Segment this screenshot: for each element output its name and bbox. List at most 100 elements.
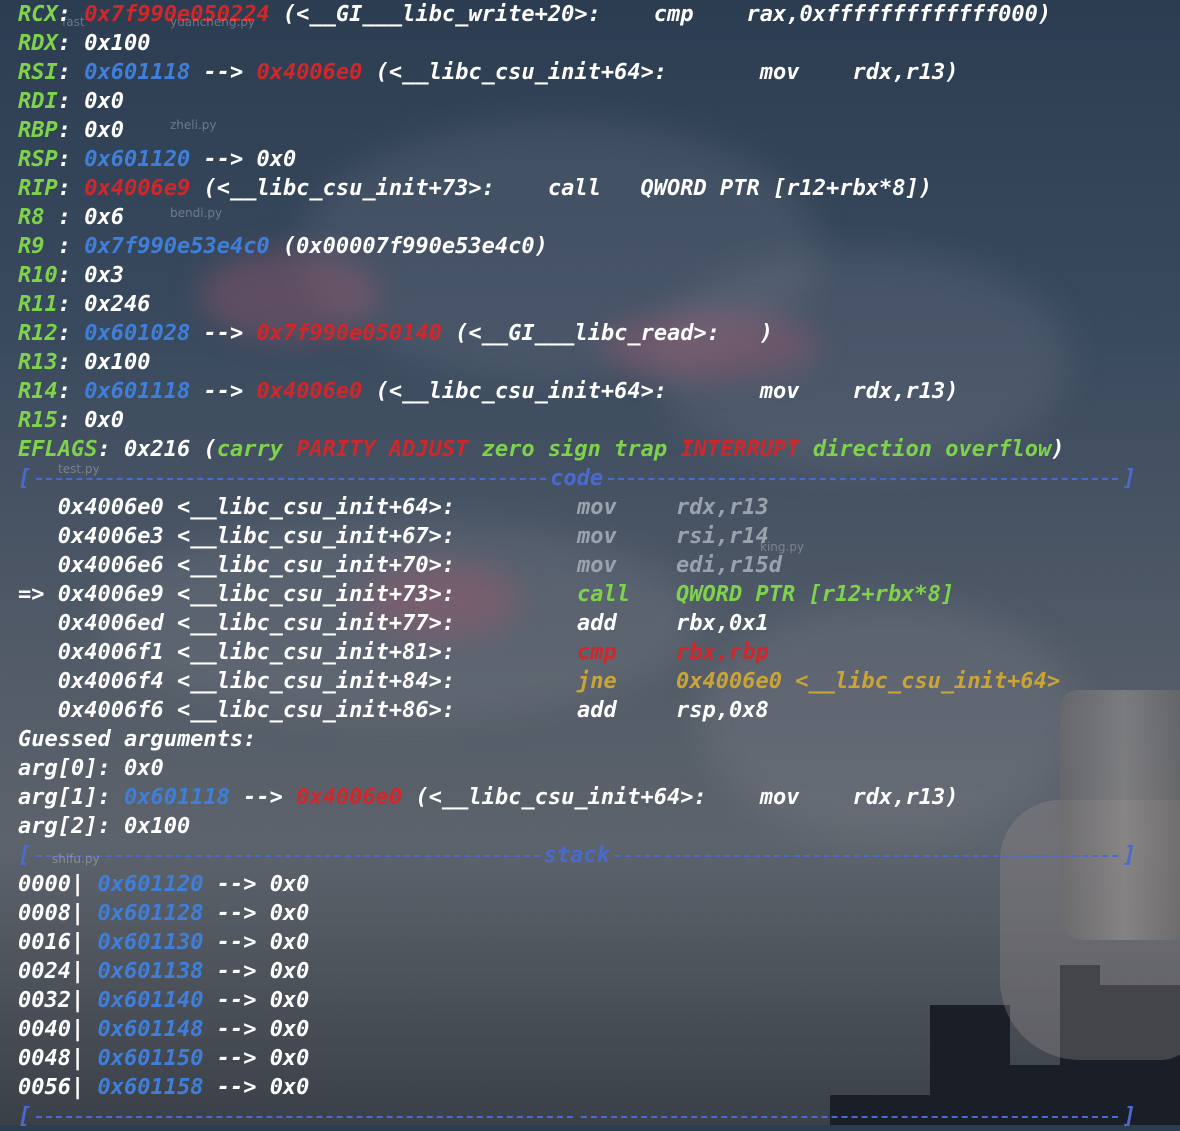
register-name: R12 bbox=[18, 321, 58, 346]
text-segment: : bbox=[57, 292, 85, 317]
register-line: R10: 0x3 bbox=[18, 261, 124, 290]
stack-entry: 0024| 0x601138 --> 0x0 bbox=[18, 957, 309, 986]
text-segment bbox=[535, 437, 548, 462]
desktop-icon-label: fast bbox=[62, 15, 85, 29]
instruction-marker bbox=[18, 524, 58, 549]
text-segment: : bbox=[57, 263, 85, 288]
pointer-target: 0x4006e0 bbox=[256, 379, 363, 404]
instruction-operands: 0x4006e0 <__libc_csu_init+64> bbox=[676, 669, 1061, 694]
instruction-address: 0x4006ed bbox=[57, 611, 177, 636]
instruction-operands: edi,r15d bbox=[676, 553, 782, 578]
text-segment: : bbox=[57, 205, 85, 230]
register-pointer: 0x601118 bbox=[84, 379, 191, 404]
text-segment: --> bbox=[203, 1017, 270, 1042]
argument-line: arg[2]: 0x100 bbox=[18, 812, 190, 841]
symbol-info: (<__libc_csu_init+73>: call QWORD PTR [r… bbox=[190, 176, 932, 201]
instruction-mnemonic: add bbox=[577, 611, 617, 636]
guessed-arguments-title: Guessed arguments: bbox=[18, 725, 256, 754]
guessed-title: Guessed arguments: bbox=[18, 727, 257, 752]
stack-entry: 0056| 0x601158 --> 0x0 bbox=[18, 1073, 309, 1102]
register-name: R11 bbox=[18, 292, 58, 317]
instruction-operands: rdx,r13 bbox=[676, 495, 769, 520]
stack-address: 0x601130 bbox=[97, 930, 204, 955]
stack-value: 0x0 bbox=[269, 1017, 310, 1042]
argument-line: arg[0]: 0x0 bbox=[18, 754, 164, 783]
register-line: RDX: 0x100 bbox=[18, 29, 150, 58]
text-segment: : bbox=[57, 176, 85, 201]
stack-address: 0x601150 bbox=[97, 1046, 204, 1071]
stack-address: 0x601120 bbox=[97, 872, 204, 897]
stack-offset: 0016| bbox=[18, 930, 98, 955]
register-name: R8 bbox=[18, 205, 58, 230]
symbol-info: (<__GI___libc_read>: ) bbox=[441, 321, 774, 346]
pointer-target: 0x4006e0 bbox=[256, 60, 363, 85]
stack-offset: 0024| bbox=[18, 959, 98, 984]
stack-offset: 0032| bbox=[18, 988, 98, 1013]
text-segment: --> bbox=[203, 1046, 270, 1071]
stack-offset: 0040| bbox=[18, 1017, 98, 1042]
text-segment: ) bbox=[1051, 437, 1065, 462]
instruction-marker bbox=[18, 495, 58, 520]
text-segment: --> bbox=[203, 959, 270, 984]
register-value: 0x0 bbox=[84, 118, 124, 143]
register-name: RIP bbox=[18, 176, 58, 201]
flag-set: ADJUST bbox=[388, 437, 469, 462]
argument-label: arg[2]: bbox=[18, 814, 124, 839]
instruction-address: 0x4006e0 bbox=[57, 495, 177, 520]
register-pointer: 0x601120 bbox=[84, 147, 191, 172]
text-segment: --> bbox=[190, 60, 257, 85]
instruction-symbol: <__libc_csu_init+64>: bbox=[176, 495, 456, 520]
symbol-info: (<__GI___libc_write+20>: cmp rax,0xfffff… bbox=[269, 2, 1052, 27]
instruction-symbol: <__libc_csu_init+70>: bbox=[176, 553, 456, 578]
argument-value: 0x100 bbox=[123, 814, 191, 839]
argument-label: arg[1]: bbox=[18, 785, 124, 810]
instruction-marker bbox=[18, 669, 58, 694]
eflags-name: EFLAGS bbox=[18, 437, 98, 462]
text-segment bbox=[932, 437, 945, 462]
text-segment: : bbox=[57, 234, 85, 259]
flag-clear: zero bbox=[481, 437, 535, 462]
gdb-peda-terminal[interactable]: RCX: 0x7f990e050224 (<__GI___libc_write+… bbox=[0, 0, 1180, 1129]
stack-address: 0x601158 bbox=[97, 1075, 204, 1100]
instruction-operands: rbx,rbp bbox=[676, 640, 769, 665]
text-segment: : bbox=[57, 31, 85, 56]
instruction-operands: QWORD PTR [r12+rbx*8] bbox=[676, 582, 955, 607]
instruction-line: 0x4006ed <__libc_csu_init+77>: add rbx,0x1 bbox=[18, 609, 769, 638]
register-pointer: 0x7f990e53e4c0 bbox=[84, 234, 270, 259]
separator-bracket-left: [ bbox=[18, 466, 32, 491]
instruction-line: 0x4006e6 <__libc_csu_init+70>: mov edi,r15… bbox=[18, 551, 782, 580]
bottom-separator: [] bbox=[18, 1102, 1136, 1131]
text-segment: --> bbox=[190, 147, 257, 172]
argument-value: 0x0 bbox=[123, 756, 164, 781]
text-segment: --> bbox=[203, 901, 270, 926]
text-segment: --> bbox=[190, 379, 257, 404]
register-name: R10 bbox=[18, 263, 58, 288]
instruction-marker bbox=[18, 640, 58, 665]
register-value: 0x3 bbox=[84, 263, 124, 288]
stack-value: 0x0 bbox=[269, 1075, 310, 1100]
register-value: 0x246 bbox=[84, 292, 151, 317]
instruction-address: 0x4006e3 bbox=[57, 524, 177, 549]
instruction-symbol: <__libc_csu_init+81>: bbox=[176, 640, 456, 665]
register-name: R13 bbox=[18, 350, 58, 375]
separator-title: code bbox=[550, 466, 604, 491]
instruction-symbol: <__libc_csu_init+86>: bbox=[176, 698, 456, 723]
flag-clear: carry bbox=[216, 437, 283, 462]
stack-entry: 0048| 0x601150 --> 0x0 bbox=[18, 1044, 309, 1073]
text-segment: : bbox=[57, 350, 85, 375]
text-segment: --> bbox=[229, 785, 297, 810]
text-segment: : bbox=[57, 408, 85, 433]
instruction-line: 0x4006e0 <__libc_csu_init+64>: mov rdx,r13 bbox=[18, 493, 769, 522]
text-segment: --> bbox=[203, 930, 270, 955]
register-value: 0x100 bbox=[84, 31, 151, 56]
register-line: RIP: 0x4006e9 (<__libc_csu_init+73>: cal… bbox=[18, 174, 932, 203]
instruction-mnemonic: mov bbox=[577, 495, 617, 520]
stack-offset: 0056| bbox=[18, 1075, 98, 1100]
register-line: R8 : 0x6 bbox=[18, 203, 124, 232]
stack-entry: 0000| 0x601120 --> 0x0 bbox=[18, 870, 309, 899]
flag-clear: overflow bbox=[945, 437, 1052, 462]
instruction-marker bbox=[18, 611, 58, 636]
instruction-symbol: <__libc_csu_init+84>: bbox=[176, 669, 456, 694]
stack-offset: 0000| bbox=[18, 872, 98, 897]
text-segment: : bbox=[57, 379, 85, 404]
